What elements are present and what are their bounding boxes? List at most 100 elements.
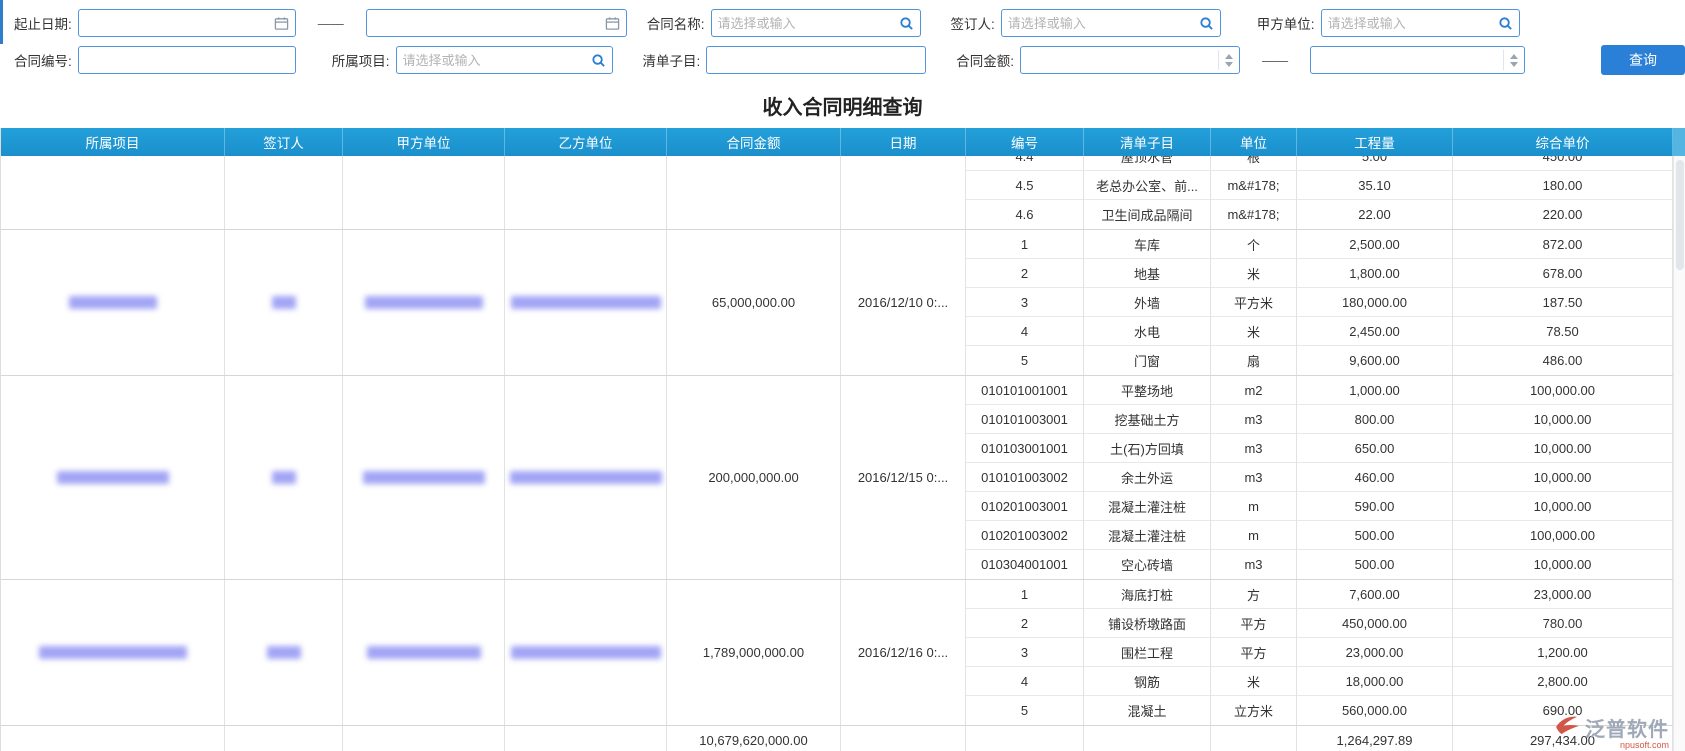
detail-row: 4.6 卫生间成品隔间 m&#178; 22.00 220.00 [966,200,1673,229]
detail-cell-price: 872.00 [1453,230,1673,259]
contract-name-field[interactable] [717,15,895,31]
end-date-input[interactable] [365,9,627,37]
contract-no-input[interactable] [77,46,296,74]
detail-cell-no: 4 [966,667,1084,696]
number-spinner[interactable] [1503,50,1519,70]
amount-max-input[interactable] [1310,46,1526,74]
spinner-down-icon[interactable] [1225,61,1234,67]
detail-row: 2 地基米 1,800.00 678.00 [966,259,1673,288]
master-cell-party-b [505,156,667,229]
detail-row: 2 铺设桥墩路面 平方 450,000.00 780.00 [966,609,1673,638]
detail-cell-no: 4.4 [966,156,1084,170]
contract-no-field[interactable] [84,52,289,68]
totals-row: 10,679,620,000.00 1,264,297.89 297,434.0… [1,726,1685,751]
detail-cell-qty: 7,600.00 [1297,580,1453,609]
detail-cell-qty: 35.10 [1297,171,1453,200]
party-a-field[interactable] [1327,15,1494,31]
detail-row: 4.4 屋顶水管根 5.00 450.00 [966,156,1673,171]
signer-input[interactable] [1000,9,1221,37]
search-icon[interactable] [591,53,606,68]
label-date-range: 起止日期: [14,17,72,32]
detail-cell-item: 余土外运 [1084,463,1211,492]
detail-cell-unit: 立方米 [1211,696,1297,725]
spinner-down-icon[interactable] [1510,61,1519,67]
scrollbar-thumb[interactable] [1676,160,1684,270]
contract-group: 200,000,000.00 2016/12/15 0:... 0101010010… [1,376,1685,580]
master-cell-signer [225,230,343,375]
start-date-field[interactable] [84,15,270,31]
redacted-signer [271,471,296,484]
amount-max-field[interactable] [1317,52,1499,68]
master-cell-party-a [343,376,505,579]
detail-cell-item: 门窗 [1084,346,1211,375]
redacted-signer [271,296,296,309]
party-a-input[interactable] [1320,9,1520,37]
start-date-input[interactable] [77,9,296,37]
detail-cell-qty: 2,450.00 [1297,317,1453,346]
detail-cell-price: 690.00 [1453,696,1673,725]
detail-cell-item: 混凝土灌注桩 [1084,521,1211,550]
left-edge-accent [0,0,3,44]
total-quantity: 1,264,297.89 [1297,726,1453,751]
detail-row: 010101003001 挖基础土方 m3 800.00 10,000.00 [966,405,1673,434]
master-cell-project [1,230,225,375]
list-item-input[interactable] [706,46,927,74]
detail-cell-unit: m&#178; [1211,200,1297,229]
contract-name-input[interactable] [710,9,921,37]
detail-cell-no: 5 [966,696,1084,725]
master-cell-party-b [505,376,667,579]
project-field[interactable] [402,52,587,68]
total-cell-date [841,726,966,751]
spinner-up-icon[interactable] [1510,53,1519,59]
col-header-date: 日期 [841,128,966,156]
label-project: 所属项目: [331,54,390,69]
calendar-icon[interactable] [605,16,620,31]
detail-cell-no: 010101001001 [966,376,1084,405]
end-date-field[interactable] [372,15,601,31]
detail-cell-qty: 1,800.00 [1297,259,1453,288]
total-cell-no [966,726,1084,751]
col-header-project: 所属项目 [1,128,225,156]
detail-cell-item: 钢筋 [1084,667,1211,696]
redacted-party-b [509,471,662,484]
list-item-field[interactable] [713,52,920,68]
detail-cell-no: 010101003002 [966,463,1084,492]
detail-cell-no: 5 [966,346,1084,375]
detail-cell-item: 海底打桩 [1084,580,1211,609]
search-icon[interactable] [899,16,914,31]
label-party-a: 甲方单位: [1256,17,1315,32]
project-input[interactable] [395,46,613,74]
signer-field[interactable] [1007,15,1195,31]
search-icon[interactable] [1199,16,1214,31]
page-title: 收入合同明细查询 [762,96,923,119]
master-cell-amount: 1,789,000,000.00 [667,580,841,725]
detail-cell-qty: 500.00 [1297,550,1453,579]
amount-min-field[interactable] [1027,52,1214,68]
calendar-icon[interactable] [274,16,289,31]
number-spinner[interactable] [1218,50,1234,70]
detail-cell-no: 010201003001 [966,492,1084,521]
redacted-party-a [366,646,481,659]
detail-cell-qty: 5.00 [1297,156,1453,170]
detail-cell-item: 卫生间成品隔间 [1084,200,1211,229]
spinner-up-icon[interactable] [1225,53,1234,59]
detail-row: 5 门窗扇 9,600.00 486.00 [966,346,1673,375]
col-header-list-item: 清单子目 [1084,128,1211,156]
total-cell-party-b [505,726,667,751]
contract-group: 4.4 屋顶水管根 5.00 450.00 4.5 老总办公室、前... m&#178; 35… [1,156,1685,230]
col-header-unit: 单位 [1211,128,1297,156]
master-cell-party-a [343,230,505,375]
detail-row: 1 车库个 2,500.00 872.00 [966,230,1673,259]
query-button[interactable]: 查询 [1601,45,1685,75]
detail-cell-item: 水电 [1084,317,1211,346]
detail-cell-price: 23,000.00 [1453,580,1673,609]
amount-min-input[interactable] [1020,46,1241,74]
detail-cell-no: 4.5 [966,171,1084,200]
vertical-scrollbar[interactable] [1673,156,1685,751]
col-header-no: 编号 [966,128,1084,156]
master-cell-amount [667,156,841,229]
detail-cell-unit: 方 [1211,580,1297,609]
detail-rows: 1 海底打桩方 7,600.00 23,000.00 2 铺设桥墩路面 平方 450,000.… [966,580,1673,725]
search-icon[interactable] [1498,16,1513,31]
detail-rows: 010101001001 平整场地 m2 1,000.00 100,000.00 0101… [966,376,1673,579]
